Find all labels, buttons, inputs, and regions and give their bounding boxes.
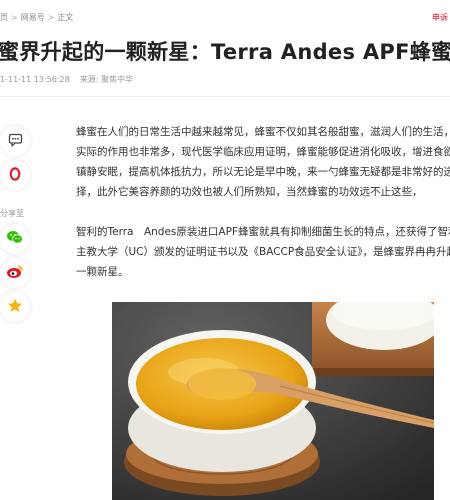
text-line: 智利的Terra Andes原装进口APF蜂蜜就具有抑制细菌生长的特点，还获得了…: [76, 226, 450, 238]
text-line: 镇静安眠，提高机体抵抗力，所以无论是早中晚，来一勺蜂蜜无疑都是非常好的选: [76, 166, 450, 178]
share-wechat-button[interactable]: [0, 224, 30, 254]
share-qzone-button[interactable]: [0, 292, 30, 322]
publish-time: 1-11-11 13:56:28: [0, 75, 70, 84]
paragraph-2: 智利的Terra Andes原装进口APF蜂蜜就具有抑制细菌生长的特点，还获得了…: [76, 222, 450, 282]
text-line: 一颗新星。: [76, 266, 129, 278]
breadcrumb-current: 正文: [57, 13, 74, 22]
breadcrumb: 页 > 网易号 > 正文: [0, 12, 73, 26]
weibo-icon: [6, 264, 24, 283]
text-line: 蜂蜜在人们的日常生活中越来越常见，蜂蜜不仅如其名般甜蜜，滋润人们的生活，: [76, 126, 450, 138]
breadcrumb-separator: >: [47, 13, 55, 22]
text-line: 主教大学（UC）颁发的证明证书以及《BACCP食品安全认证》，是蜂蜜界冉冉升起的: [76, 246, 450, 258]
breadcrumb-separator: >: [11, 13, 18, 22]
text-line: 择，此外它美容养颜的功效也被人们所熟知，当然蜂蜜的功效远不止这些，: [76, 186, 423, 198]
article-body: 蜂蜜在人们的日常生活中越来越常见，蜂蜜不仅如其名般甜蜜，滋润人们的生活， 实际的…: [76, 122, 450, 282]
comment-button[interactable]: [0, 126, 30, 156]
comment-icon: [8, 132, 23, 151]
report-link[interactable]: 申诉: [432, 12, 448, 23]
title-divider: [0, 96, 450, 97]
honey-photo: [112, 302, 434, 500]
text-line: 实际的作用也非常多，现代医学临床应用证明，蜂蜜能够促进消化吸收，增进食欲，: [76, 146, 450, 158]
qzone-icon: [7, 298, 23, 317]
wechat-icon: [6, 230, 24, 249]
breadcrumb-netease-account[interactable]: 网易号: [21, 13, 45, 22]
paragraph-1: 蜂蜜在人们的日常生活中越来越常见，蜂蜜不仅如其名般甜蜜，滋润人们的生活， 实际的…: [76, 122, 450, 202]
opera-icon: [9, 166, 21, 185]
opera-button[interactable]: [0, 160, 30, 190]
article-source[interactable]: 来源: 聚焦中华: [80, 75, 133, 84]
share-label: 分享至: [0, 209, 24, 218]
article-title: 蜜界升起的一颗新星：Terra Andes APF蜂蜜: [0, 40, 450, 64]
article-meta: 1-11-11 13:56:28 来源: 聚焦中华: [0, 74, 133, 85]
breadcrumb-home[interactable]: 页: [0, 13, 8, 22]
share-weibo-button[interactable]: [0, 258, 30, 288]
honey-bowl-illustration: [112, 302, 434, 500]
